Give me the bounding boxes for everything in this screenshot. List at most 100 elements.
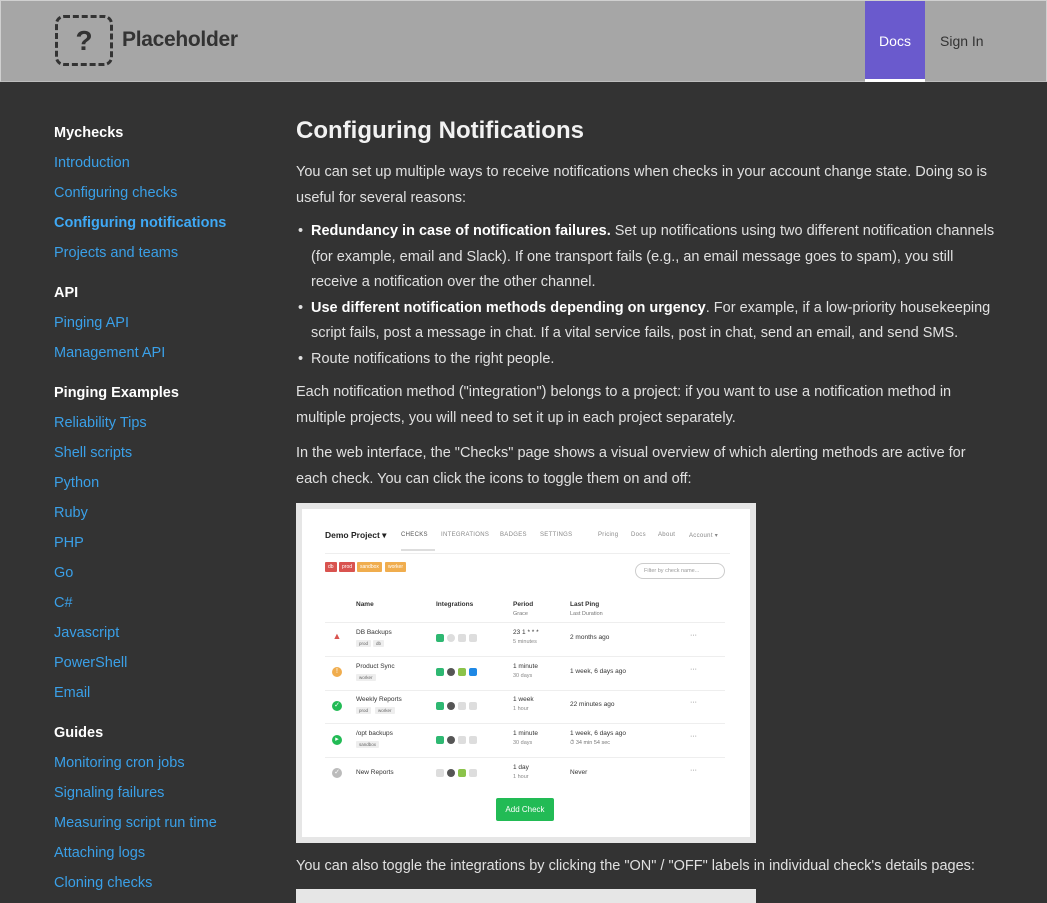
sidebar-item-configuring-checks[interactable]: Configuring checks — [54, 178, 274, 208]
nav-docs-link[interactable]: Docs — [865, 1, 925, 82]
sidebar-item-email[interactable]: Email — [54, 678, 274, 708]
sidebar-item-shell-scripts[interactable]: Shell scripts — [54, 438, 274, 468]
ss-grace: 30 days — [513, 673, 533, 679]
ss-chat-icon — [458, 634, 466, 642]
ss-slack-icon — [436, 668, 444, 676]
sidebar-item-pinging-api[interactable]: Pinging API — [54, 308, 274, 338]
ss-email-icon — [447, 736, 455, 744]
sidebar-item-powershell[interactable]: PowerShell — [54, 648, 274, 678]
sidebar-item-attaching-logs[interactable]: Attaching logs — [54, 838, 274, 868]
ss-col-integrations: Integrations — [436, 601, 474, 608]
ss-chat-icon — [458, 668, 466, 676]
ss-check-name: Product Sync — [356, 663, 395, 670]
docs-content: Configuring Notifications You can set up… — [296, 112, 996, 903]
intro-paragraph: You can set up multiple ways to receive … — [296, 164, 988, 206]
list-item: Route notifications to the right people. — [296, 347, 996, 373]
ss-row-menu-icon: ··· — [690, 767, 697, 774]
ss-row-tag: sandbox — [356, 741, 380, 748]
sidebar-item-csharp[interactable]: C# — [54, 588, 274, 618]
ss-slack-icon — [436, 769, 444, 777]
ss-grace-status-icon: ! — [332, 667, 342, 677]
ss-email-icon — [447, 769, 455, 777]
ss-row-menu-icon: ··· — [690, 666, 697, 673]
ss-col-period: Period — [513, 601, 534, 608]
ss-last-ping: 2 months ago — [570, 634, 610, 641]
ss-col-last-duration: Last Duration — [570, 611, 603, 617]
sidebar-item-php[interactable]: PHP — [54, 528, 274, 558]
sidebar-item-reliability-tips[interactable]: Reliability Tips — [54, 408, 274, 438]
ss-filter-input: Filter by check name... — [635, 563, 725, 579]
ss-chat-icon — [458, 702, 466, 710]
ss-nav-about: About — [658, 532, 676, 538]
sidebar-item-configuring-notifications[interactable]: Configuring notifications — [54, 208, 274, 238]
sidebar-item-signaling-failures[interactable]: Signaling failures — [54, 778, 274, 808]
sidebar-item-management-api[interactable]: Management API — [54, 338, 274, 368]
ss-row-tag: worker — [375, 707, 395, 714]
ss-nav-settings: SETTINGS — [540, 532, 573, 538]
ss-check-name: /opt backups — [356, 730, 393, 737]
ss-tag-sandbox: sandbox — [357, 562, 382, 572]
sidebar-item-introduction[interactable]: Introduction — [54, 148, 274, 178]
ss-slack-icon — [436, 736, 444, 744]
ss-tag-worker: worker — [385, 562, 407, 572]
ss-last-ping: 22 minutes ago — [570, 701, 615, 708]
ss-grace: 1 hour — [513, 706, 529, 712]
toggle-paragraph: You can also toggle the integrations by … — [296, 858, 975, 874]
ss-trello-icon — [469, 702, 477, 710]
ss-project-dropdown: Demo Project ▾ — [325, 530, 387, 540]
ss-email-icon — [447, 634, 455, 642]
ss-started-status-icon: ▸ — [332, 735, 342, 745]
sidebar-item-python[interactable]: Python — [54, 468, 274, 498]
sidebar-section-guides: Guides — [54, 725, 104, 741]
ss-trello-icon — [469, 634, 477, 642]
logo-icon[interactable]: ? — [55, 15, 113, 66]
ss-col-name: Name — [356, 601, 374, 608]
sidebar-item-measuring-run-time[interactable]: Measuring script run time — [54, 808, 274, 838]
reasons-list: Redundancy in case of notification failu… — [296, 219, 996, 372]
ss-nav-checks: CHECKS — [401, 532, 428, 538]
ss-nav-account: Account ▾ — [689, 533, 719, 539]
page-title: Configuring Notifications — [296, 117, 584, 144]
ss-row-tag: db — [373, 640, 385, 647]
sidebar-item-projects-and-teams[interactable]: Projects and teams — [54, 238, 274, 268]
top-navbar: ? Placeholder Docs Sign In — [0, 0, 1047, 82]
ss-row-tag: prod — [356, 640, 372, 647]
list-item: Redundancy in case of notification failu… — [296, 219, 996, 296]
ss-chat-icon — [458, 736, 466, 744]
ss-check-name: DB Backups — [356, 629, 392, 636]
ss-grace: 30 days — [513, 740, 533, 746]
sidebar-item-go[interactable]: Go — [54, 558, 274, 588]
sidebar-item-javascript[interactable]: Javascript — [54, 618, 274, 648]
ss-slack-icon — [436, 634, 444, 642]
logo-question-glyph: ? — [75, 25, 93, 56]
ss-trello-icon — [469, 668, 477, 676]
ss-grace: 5 minutes — [513, 639, 537, 645]
checks-page-paragraph: In the web interface, the "Checks" page … — [296, 445, 966, 487]
ss-add-check-button: Add Check — [496, 798, 554, 821]
ss-row-tag: prod — [356, 707, 372, 714]
ss-last-ping: Never — [570, 769, 588, 776]
ss-check-name: New Reports — [356, 769, 394, 776]
ss-col-last-ping: Last Ping — [570, 601, 600, 608]
ss-period: 1 minute — [513, 663, 538, 670]
ss-last-duration: ⏱ 34 min 54 sec — [570, 740, 611, 746]
ss-email-icon — [447, 702, 455, 710]
ss-period: 1 day — [513, 764, 529, 771]
ss-grace: 1 hour — [513, 774, 529, 780]
ss-nav-docs: Docs — [631, 532, 646, 538]
checks-page-screenshot: Demo Project ▾ CHECKS INTEGRATIONS BADGE… — [296, 503, 756, 843]
sidebar-item-cloning-checks[interactable]: Cloning checks — [54, 868, 274, 898]
brand-name[interactable]: Placeholder — [122, 28, 238, 52]
sidebar-section-api: API — [54, 285, 79, 301]
ss-row-divider — [325, 622, 725, 623]
ss-new-status-icon: ✓ — [332, 768, 342, 778]
ss-trello-icon — [469, 769, 477, 777]
nav-signin-link[interactable]: Sign In — [940, 1, 984, 81]
docs-sidebar: Mychecks Introduction Configuring checks… — [54, 118, 274, 898]
ss-divider — [325, 553, 730, 554]
sidebar-item-ruby[interactable]: Ruby — [54, 498, 274, 528]
sidebar-section-mychecks: Mychecks — [54, 125, 124, 141]
sidebar-item-monitoring-cron-jobs[interactable]: Monitoring cron jobs — [54, 748, 274, 778]
ss-chat-icon — [458, 769, 466, 777]
ss-email-icon — [447, 668, 455, 676]
